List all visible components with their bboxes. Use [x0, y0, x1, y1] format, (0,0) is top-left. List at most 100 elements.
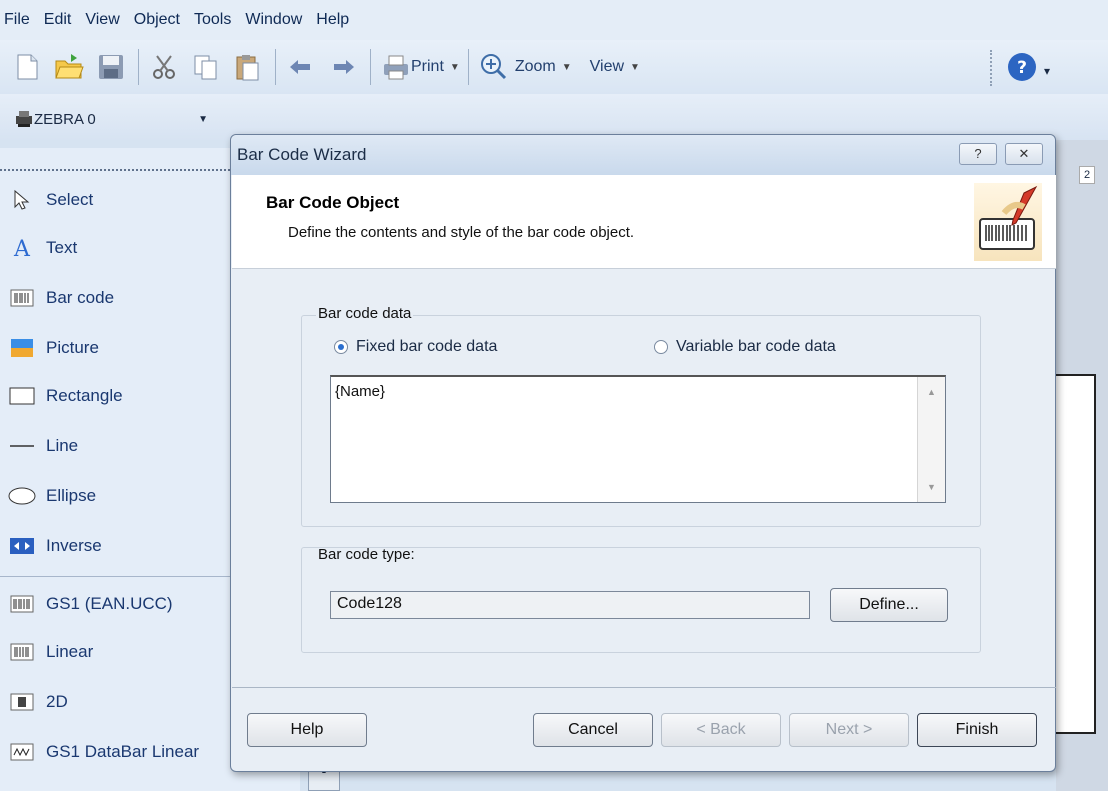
ruler-number: 2: [1079, 166, 1096, 184]
toolbar-separator: [370, 49, 371, 85]
finish-button[interactable]: Finish: [917, 713, 1037, 747]
paste-icon[interactable]: [233, 52, 263, 82]
tool-label: Linear: [46, 642, 94, 661]
dialog-header: Bar Code Object Define the contents and …: [232, 175, 1056, 269]
context-help-button[interactable]: ?: [959, 143, 997, 165]
tool-label: Select: [46, 190, 94, 209]
fixed-data-radio[interactable]: Fixed bar code data: [334, 338, 497, 356]
new-document-icon[interactable]: [12, 52, 42, 82]
menu-bar: File Edit View Object Tools Window Help: [0, 0, 1108, 40]
menu-object[interactable]: Object: [134, 11, 180, 29]
tool-label: Inverse: [46, 536, 102, 555]
print-label: Print: [411, 58, 444, 75]
tool-label: Rectangle: [46, 386, 123, 405]
2d-barcode-icon: [8, 691, 36, 713]
chevron-down-icon: ▼: [561, 61, 572, 73]
barcode-type-group: Bar code type: Code128 Define...: [301, 546, 981, 653]
toolbar-separator: [138, 49, 139, 85]
barcode-data-value: {Name}: [335, 383, 386, 400]
radio-indicator: [654, 340, 668, 354]
tool-select[interactable]: Select: [8, 186, 93, 214]
tool-inverse[interactable]: Inverse: [8, 532, 102, 560]
line-icon: [8, 435, 36, 457]
tool-ellipse[interactable]: Ellipse: [8, 482, 96, 510]
group-label: Bar code data: [316, 305, 414, 322]
tool-barcode[interactable]: Bar code: [8, 284, 114, 312]
zoom-icon: [480, 54, 506, 80]
help-button[interactable]: Help: [247, 713, 367, 747]
cut-icon[interactable]: [149, 52, 179, 82]
save-icon[interactable]: [96, 52, 126, 82]
svg-text:A: A: [13, 237, 31, 259]
menu-edit[interactable]: Edit: [44, 11, 72, 29]
chevron-down-icon: ▼: [449, 61, 460, 73]
menu-window[interactable]: Window: [245, 11, 302, 29]
printer-name: ZEBRA 0: [34, 110, 96, 128]
radio-label: Variable bar code data: [676, 338, 836, 355]
tool-label: 2D: [46, 692, 68, 711]
open-folder-icon[interactable]: [54, 52, 84, 82]
back-button[interactable]: < Back: [661, 713, 781, 747]
main-toolbar: Print ▼ Zoom ▼ View ▼ ? ▾: [0, 40, 1108, 94]
redo-icon[interactable]: [328, 52, 358, 82]
print-button[interactable]: Print ▼: [381, 52, 460, 82]
barcode-data-input[interactable]: {Name} ▲ ▼: [330, 375, 946, 503]
menu-tools[interactable]: Tools: [194, 11, 231, 29]
printer-icon: [384, 55, 408, 80]
tool-line[interactable]: Line: [8, 432, 78, 460]
toolbar-overflow-icon[interactable]: ▾: [1044, 64, 1050, 78]
tool-text[interactable]: A Text: [8, 234, 77, 262]
svg-text:?: ?: [1017, 58, 1027, 78]
variable-data-radio[interactable]: Variable bar code data: [654, 338, 836, 356]
ellipse-icon: [8, 485, 36, 507]
textarea-scrollbar[interactable]: ▲ ▼: [917, 377, 945, 502]
tool-label: Ellipse: [46, 486, 97, 505]
label-canvas[interactable]: [1056, 374, 1096, 734]
radio-label: Fixed bar code data: [356, 338, 498, 355]
scroll-down-icon[interactable]: ▼: [927, 482, 936, 492]
scroll-up-icon[interactable]: ▲: [927, 387, 936, 397]
next-button[interactable]: Next >: [789, 713, 909, 747]
tool-label: GS1 DataBar Linear: [46, 742, 200, 761]
tool-picture[interactable]: Picture: [8, 334, 99, 362]
panel-divider: [0, 169, 230, 171]
chevron-down-icon: ▼: [630, 61, 640, 73]
tool-rectangle[interactable]: Rectangle: [8, 382, 123, 410]
text-a-icon: A: [8, 237, 36, 259]
header-subtitle: Define the contents and style of the bar…: [288, 224, 635, 241]
menu-help[interactable]: Help: [316, 11, 349, 29]
dialog-title: Bar Code Wizard: [237, 145, 367, 164]
radio-indicator: [334, 340, 348, 354]
view-button[interactable]: View ▼: [590, 58, 640, 76]
tool-label: Bar code: [46, 288, 115, 307]
gs1-barcode-icon: [8, 593, 36, 615]
picture-icon: [8, 337, 36, 359]
menu-file[interactable]: File: [4, 11, 30, 29]
printer-icon: [16, 111, 32, 127]
tool-gs1-databar[interactable]: GS1 DataBar Linear: [8, 738, 199, 766]
toolbar-separator: [275, 49, 276, 85]
tool-label: Line: [46, 436, 79, 455]
linear-barcode-icon: [8, 641, 36, 663]
help-icon[interactable]: ?: [1006, 51, 1038, 88]
databar-icon: [8, 741, 36, 763]
barcode-wizard-dialog: Bar Code Wizard ? ✕ Bar Code Object Defi…: [230, 134, 1056, 772]
barcode-wizard-icon: [974, 183, 1042, 261]
tool-label: GS1 (EAN.UCC): [46, 594, 173, 613]
view-label: View: [589, 58, 625, 75]
close-button[interactable]: ✕: [1005, 143, 1043, 165]
barcode-icon: [8, 287, 36, 309]
menu-view[interactable]: View: [85, 11, 119, 29]
undo-icon[interactable]: [286, 52, 316, 82]
tool-linear[interactable]: Linear: [8, 638, 93, 666]
printer-select[interactable]: ZEBRA 0 ▼: [14, 106, 214, 132]
zoom-button[interactable]: Zoom ▼: [479, 52, 572, 82]
copy-icon[interactable]: [191, 52, 221, 82]
cancel-button[interactable]: Cancel: [533, 713, 653, 747]
tool-gs1[interactable]: GS1 (EAN.UCC): [8, 590, 173, 618]
tool-label: Picture: [46, 338, 99, 357]
tool-label: Text: [46, 238, 78, 257]
tool-2d[interactable]: 2D: [8, 688, 68, 716]
define-button[interactable]: Define...: [830, 588, 948, 622]
dialog-titlebar[interactable]: Bar Code Wizard ? ✕: [231, 135, 1055, 175]
